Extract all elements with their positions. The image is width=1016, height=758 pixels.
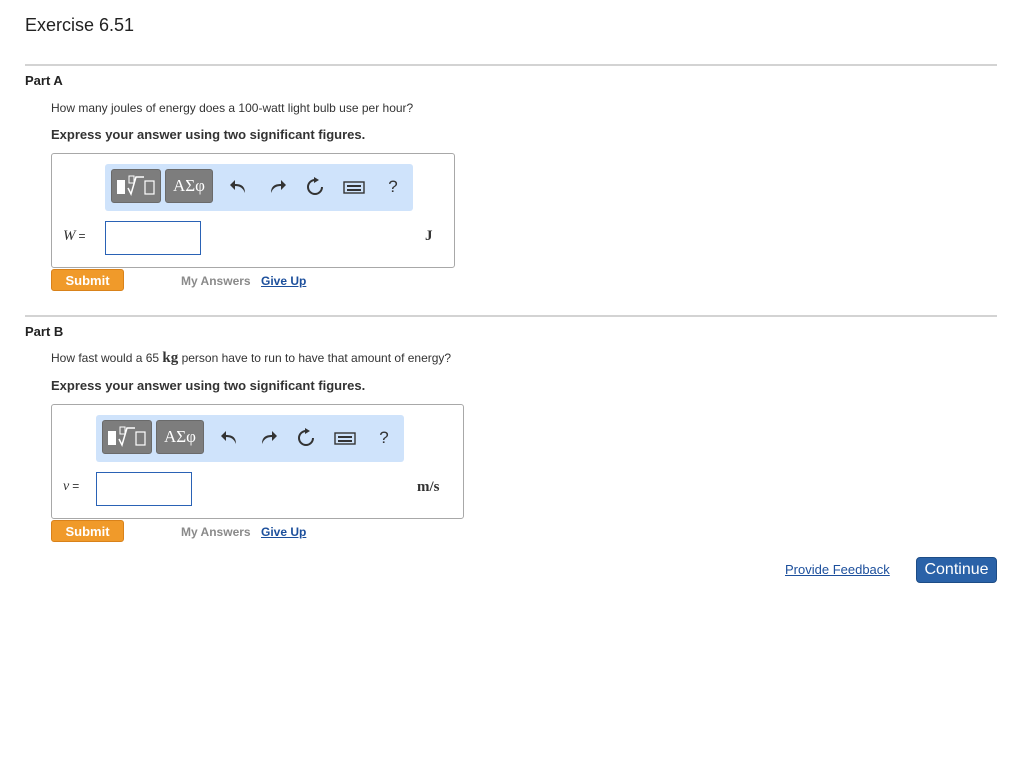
answer-variable-v: v =	[63, 479, 80, 494]
give-up-link-b[interactable]: Give Up	[261, 525, 306, 539]
part-a-question: How many joules of energy does a 100-wat…	[51, 101, 414, 115]
continue-button[interactable]: Continue	[916, 557, 997, 583]
my-answers-b: My Answers	[181, 525, 251, 539]
undo-icon[interactable]	[227, 175, 251, 199]
submit-button-a[interactable]: Submit	[51, 269, 124, 291]
unit-label-ms: m/s	[417, 479, 440, 495]
symbols-button[interactable]: ΑΣφ	[156, 420, 204, 454]
redo-icon[interactable]	[256, 426, 280, 450]
provide-feedback-link[interactable]: Provide Feedback	[785, 562, 890, 577]
divider	[25, 315, 997, 317]
redo-icon[interactable]	[265, 175, 289, 199]
part-b-title: Part B	[25, 324, 64, 339]
help-icon[interactable]: ?	[372, 426, 396, 450]
templates-button[interactable]	[111, 169, 161, 203]
undo-icon[interactable]	[218, 426, 242, 450]
keyboard-icon[interactable]	[342, 175, 366, 199]
give-up-link-a[interactable]: Give Up	[261, 274, 306, 288]
reset-icon[interactable]	[303, 175, 327, 199]
symbols-button[interactable]: ΑΣφ	[165, 169, 213, 203]
math-toolbar: ΑΣφ ?	[105, 164, 413, 211]
part-b-instruction: Express your answer using two significan…	[51, 378, 366, 393]
my-answers-a: My Answers	[181, 274, 251, 288]
submit-button-b[interactable]: Submit	[51, 520, 124, 542]
part-a-instruction: Express your answer using two significan…	[51, 127, 366, 142]
answer-input-w[interactable]	[105, 221, 201, 255]
unit-label-j: J	[425, 228, 433, 244]
templates-icon	[108, 426, 146, 448]
part-b-question: How fast would a 65 kg person have to ru…	[51, 350, 452, 366]
math-toolbar: ΑΣφ ?	[96, 415, 404, 462]
templates-button[interactable]	[102, 420, 152, 454]
keyboard-icon[interactable]	[333, 426, 357, 450]
reset-icon[interactable]	[294, 426, 318, 450]
answer-variable-w: W =	[63, 228, 86, 244]
part-a-answer-box: ΑΣφ ? W = J	[51, 153, 455, 268]
page-title: Exercise 6.51	[25, 15, 135, 35]
part-a-title: Part A	[25, 73, 63, 88]
part-b-answer-box: ΑΣφ ? v = m/s	[51, 404, 464, 519]
answer-input-v[interactable]	[96, 472, 192, 506]
divider	[25, 64, 997, 66]
templates-icon	[117, 175, 155, 197]
help-icon[interactable]: ?	[381, 175, 405, 199]
